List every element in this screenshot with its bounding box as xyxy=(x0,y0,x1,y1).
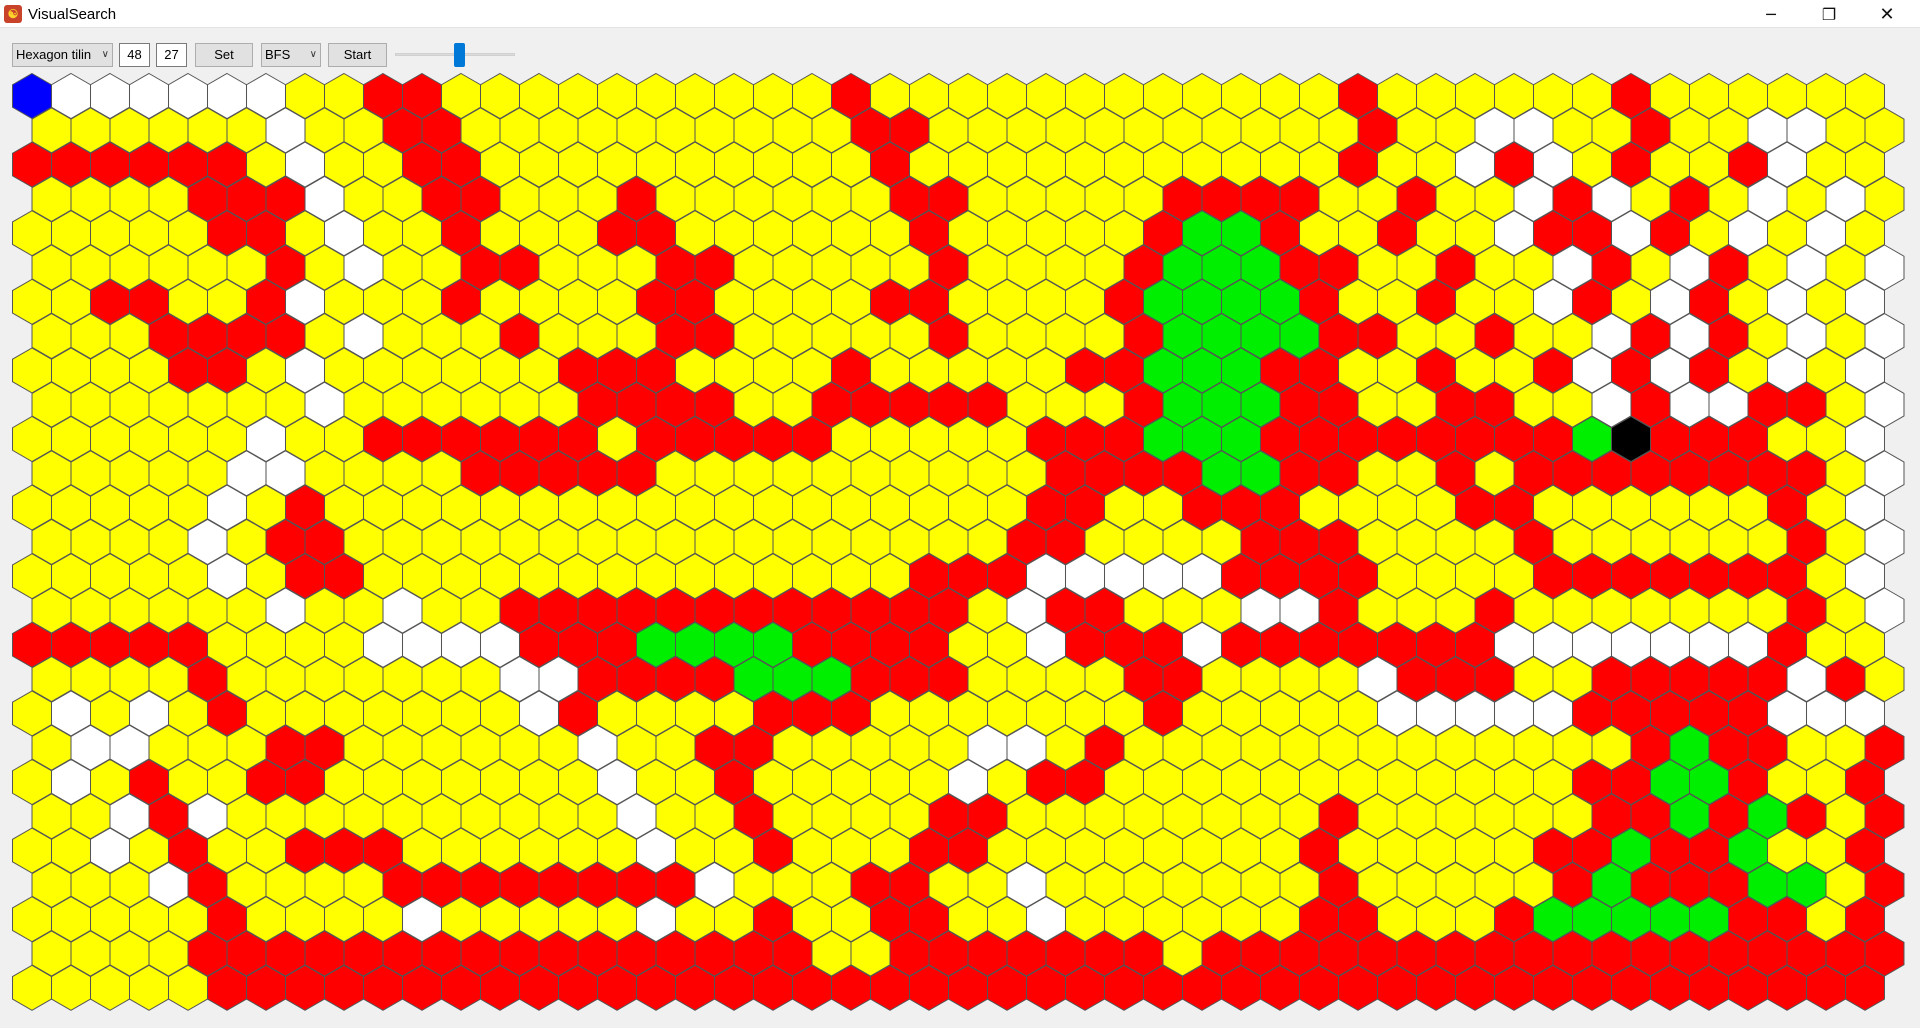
hex-grid[interactable] xyxy=(0,0,1920,1028)
